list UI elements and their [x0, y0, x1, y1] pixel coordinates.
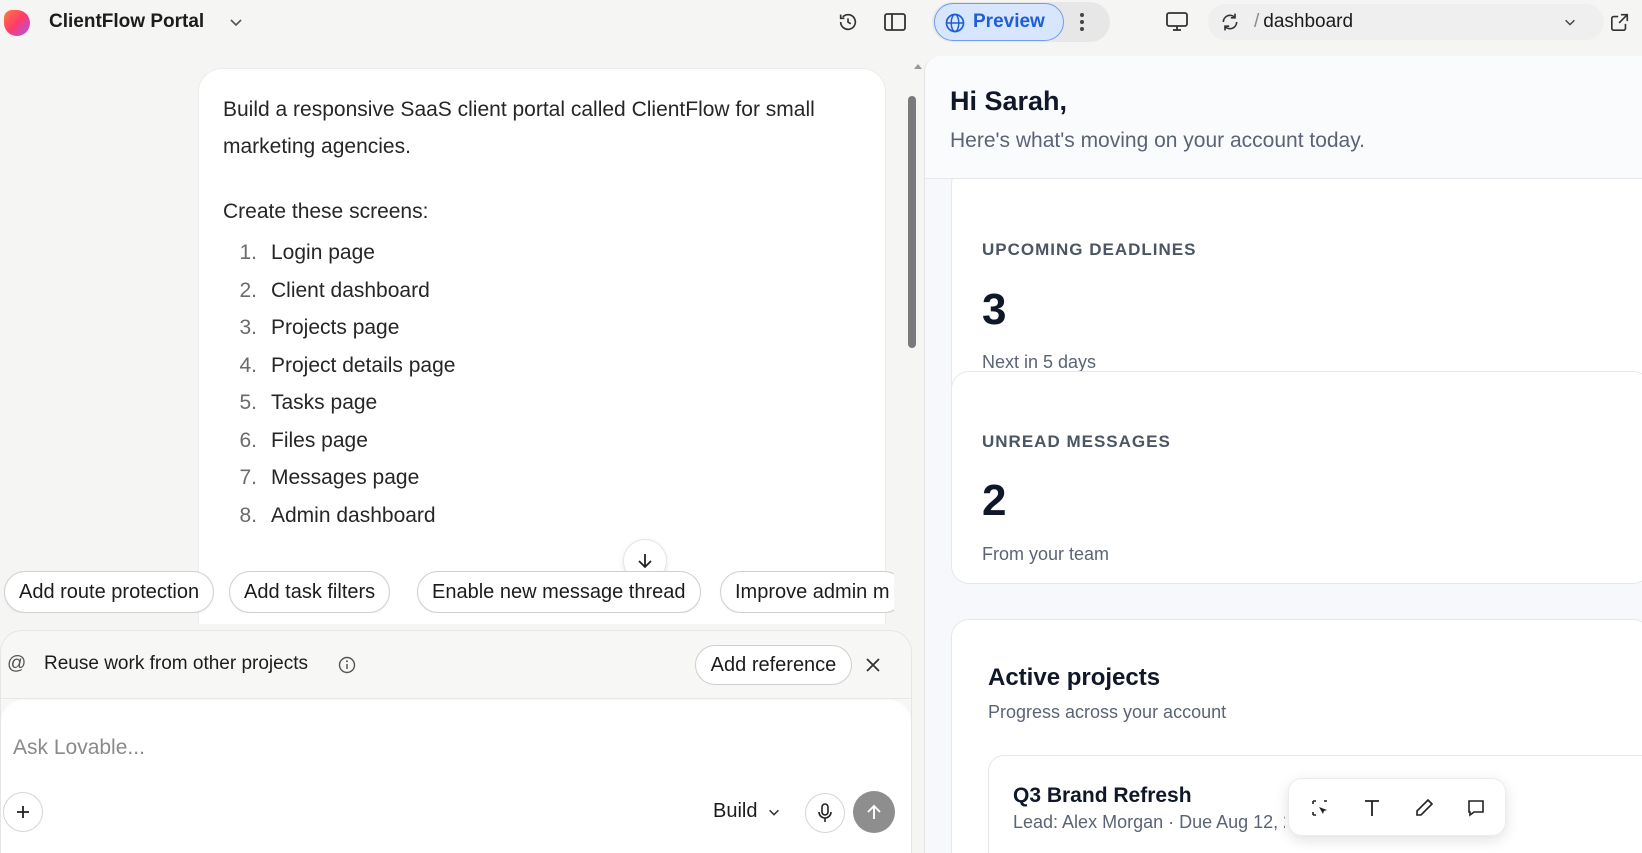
list-number: 4. — [239, 353, 257, 377]
faded-message-text: percentages, upcoming deadlines, assigne… — [223, 615, 863, 624]
close-icon[interactable] — [863, 655, 883, 675]
url-path-text: dashboard — [1263, 11, 1354, 32]
screens-heading: Create these screens: — [223, 200, 429, 223]
chat-scrollbar[interactable] — [908, 96, 916, 348]
suggestion-chip[interactable]: Enable new message thread — [417, 571, 701, 613]
list-item: 3. Projects page — [223, 309, 861, 347]
message-intro: Build a responsive SaaS client portal ca… — [223, 98, 815, 158]
project-name[interactable]: ClientFlow Portal — [49, 11, 204, 33]
prompt-placeholder: Ask Lovable... — [13, 736, 145, 759]
preview-scroll-up-icon[interactable] — [914, 62, 922, 70]
list-number: 7. — [239, 466, 257, 489]
more-vertical-icon[interactable] — [1074, 10, 1090, 34]
suggestion-chips: Add route protection Add task filters En… — [4, 571, 894, 613]
info-icon[interactable] — [337, 655, 357, 675]
prompt-input[interactable]: Ask Lovable... Build — [1, 700, 911, 853]
list-label: Files page — [271, 428, 368, 452]
refresh-icon[interactable] — [1218, 10, 1242, 34]
url-path: / dashboard — [1254, 11, 1354, 32]
list-label: Messages page — [271, 466, 420, 489]
list-item: 6. Files page — [223, 422, 861, 460]
chevron-down-icon[interactable] — [228, 14, 244, 30]
user-message: Build a responsive SaaS client portal ca… — [198, 68, 886, 624]
attach-button[interactable] — [3, 792, 43, 832]
greeting-header: Hi Sarah, Here's what's moving on your a… — [925, 56, 1642, 179]
arrow-up-icon — [867, 804, 881, 819]
list-label: Project details page — [271, 353, 456, 377]
select-element-icon[interactable] — [1305, 793, 1335, 823]
suggestion-chip[interactable]: Add task filters — [229, 571, 391, 613]
microphone-button[interactable] — [805, 793, 845, 833]
list-label: Admin dashboard — [271, 503, 436, 527]
microphone-icon — [818, 803, 832, 822]
reference-row: @ Reuse work from other projects Add ref… — [1, 631, 911, 699]
chat-scroll-area[interactable]: Build a responsive SaaS client portal ca… — [0, 44, 922, 624]
list-item: 7. Messages page — [223, 459, 861, 497]
project-name: Q3 Brand Refresh — [1013, 784, 1192, 807]
list-number: 2. — [239, 278, 257, 302]
greeting-subtitle: Here's what's moving on your account tod… — [950, 129, 1366, 152]
at-icon: @ — [7, 653, 27, 674]
open-external-icon[interactable] — [1608, 10, 1632, 34]
list-number: 5. — [239, 391, 257, 414]
list-item: 5. Tasks page — [223, 384, 861, 422]
arrow-down-icon — [638, 554, 652, 569]
history-icon[interactable] — [836, 10, 860, 34]
suggestion-chip[interactable]: Improve admin m — [720, 571, 894, 613]
list-item: 1. Login page — [223, 234, 861, 272]
suggestion-chip[interactable]: Add route protection — [4, 571, 215, 613]
globe-icon — [945, 13, 965, 39]
stat-hint: Next in 5 days — [982, 352, 1097, 372]
sidebar-toggle-icon[interactable] — [883, 10, 907, 34]
screens-list: 1. Login page 2. Client dashboard 3. Projec… — [223, 234, 861, 534]
mode-chevron-icon[interactable] — [766, 804, 782, 820]
top-bar: ClientFlow Portal Preview / dashboard — [0, 0, 1642, 44]
list-item: 4. Project details page — [223, 347, 861, 385]
projects-title: Active projects — [988, 664, 1161, 691]
plus-icon — [17, 806, 29, 818]
reference-text: Reuse work from other projects — [44, 653, 308, 674]
add-reference-button[interactable]: Add reference — [695, 645, 852, 685]
list-number: 1. — [239, 241, 257, 264]
url-dropdown-chevron-icon[interactable] — [1562, 14, 1578, 30]
list-number: 8. — [239, 503, 257, 527]
app-preview: UPCOMING DEADLINES 3 Next in 5 days UNRE… — [924, 56, 1642, 853]
project-meta: Lead: Alex Morgan · Due Aug 12, 2( — [1013, 812, 1285, 832]
greeting-title: Hi Sarah, — [950, 86, 1068, 116]
stat-value: 3 — [982, 285, 1007, 334]
stat-card-deadlines: UPCOMING DEADLINES 3 Next in 5 days — [951, 166, 1642, 401]
stat-value: 2 — [982, 476, 1007, 525]
send-button[interactable] — [853, 791, 895, 833]
list-item: 2. Client dashboard — [223, 272, 861, 310]
projects-subtitle: Progress across your account — [988, 702, 1227, 722]
list-label: Client dashboard — [271, 278, 430, 302]
stat-label: UNREAD MESSAGES — [982, 432, 1171, 451]
list-item: 8. Admin dashboard — [223, 497, 861, 535]
stat-hint: From your team — [982, 544, 1110, 564]
comment-icon[interactable] — [1461, 793, 1491, 823]
preview-button[interactable]: Preview — [934, 3, 1064, 41]
lovable-logo[interactable] — [4, 10, 30, 36]
list-number: 3. — [239, 316, 257, 339]
list-label: Tasks page — [271, 391, 378, 414]
stat-card-messages: UNREAD MESSAGES 2 From your team — [951, 371, 1642, 584]
mode-selector[interactable]: Build — [713, 800, 757, 823]
preview-label: Preview — [973, 11, 1045, 32]
composer: @ Reuse work from other projects Add ref… — [0, 630, 912, 853]
desktop-icon[interactable] — [1165, 10, 1189, 34]
list-label: Projects page — [271, 316, 400, 339]
edit-toolbar — [1288, 778, 1506, 836]
text-icon[interactable] — [1357, 793, 1387, 823]
stat-label: UPCOMING DEADLINES — [982, 240, 1197, 259]
pencil-icon[interactable] — [1409, 793, 1439, 823]
list-number: 6. — [239, 428, 257, 452]
list-label: Login page — [271, 241, 375, 264]
